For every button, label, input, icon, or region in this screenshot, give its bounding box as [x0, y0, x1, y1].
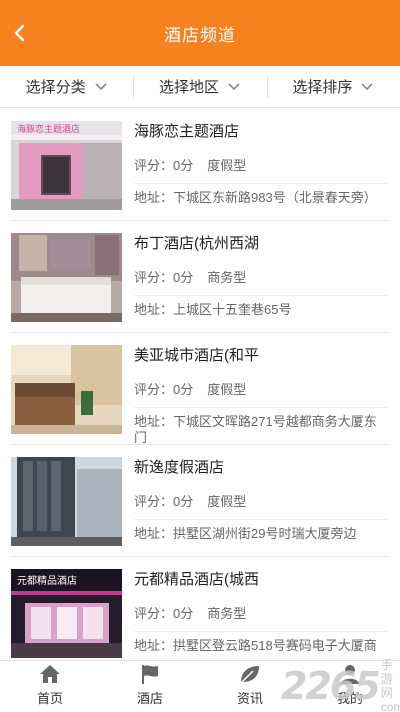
filter-sort-label: 选择排序 [292, 79, 353, 96]
tab-mine[interactable]: 我的 [300, 661, 400, 712]
home-icon [40, 665, 60, 683]
hotel-list-item[interactable]: 元都精品酒店 元都精品酒店(城西 评分：0分 商务型 地址：拱墅区登云路518号赛… [11, 557, 388, 669]
hotel-photo: 海豚恋主题酒店 [11, 121, 122, 210]
hotel-address: 地址：拱墅区登云路518号赛码电子大厦商 [134, 638, 377, 653]
hotel-name: 元都精品酒店(城西 [134, 571, 259, 588]
hotel-type: 度假型 [207, 158, 247, 173]
hotel-meta: 评分：0分 商务型 [134, 606, 388, 622]
leaf-icon [240, 666, 259, 684]
hotel-meta: 评分：0分 度假型 [134, 494, 388, 510]
filter-region-label: 选择地区 [158, 79, 219, 96]
hotel-photo: 元都精品酒店 [11, 569, 122, 658]
hotel-meta: 评分：0分 度假型 [134, 158, 388, 174]
back-chevron-icon[interactable] [10, 21, 30, 45]
hotel-list-item[interactable]: 布丁酒店(杭州西湖 评分：0分 商务型 地址：上城区十五奎巷65号 [11, 221, 388, 333]
filter-bar: 选择分类 选择地区 选择排序 [0, 66, 400, 108]
hotel-name: 布丁酒店(杭州西湖 [134, 235, 259, 252]
hotel-rating: 评分：0分 [134, 270, 194, 285]
hotel-type: 度假型 [207, 382, 247, 397]
hotel-photo [11, 345, 122, 434]
hotel-info: 海豚恋主题酒店 评分：0分 度假型 地址：下城区东新路983号（北景春天旁） [134, 121, 388, 206]
filter-category-label: 选择分类 [25, 79, 86, 96]
chevron-down-icon [227, 82, 241, 92]
hotel-list: 海豚恋主题酒店 海豚恋主题酒店 评分：0分 度假型 地址：下城区东新路983号（北… [0, 109, 400, 669]
filter-region[interactable]: 选择地区 [133, 66, 266, 107]
hotel-list-item[interactable]: 海豚恋主题酒店 海豚恋主题酒店 评分：0分 度假型 地址：下城区东新路983号（北… [11, 109, 388, 221]
divider [134, 407, 388, 408]
hotel-list-item[interactable]: 美亚城市酒店(和平 评分：0分 度假型 地址：下城区文晖路271号越都商务大厦东门 [11, 333, 388, 445]
hotel-sign: 海豚恋主题酒店 [17, 123, 80, 135]
hotel-rating: 评分：0分 [134, 494, 194, 509]
tab-label: 酒店 [136, 691, 163, 706]
hotel-photo [11, 233, 122, 322]
hotel-sign: 元都精品酒店 [17, 574, 77, 587]
filter-sort[interactable]: 选择排序 [266, 66, 400, 107]
hotel-address: 地址：上城区十五奎巷65号 [134, 302, 292, 317]
chevron-down-icon [360, 82, 374, 92]
chevron-down-icon [94, 82, 108, 92]
hotel-info: 元都精品酒店(城西 评分：0分 商务型 地址：拱墅区登云路518号赛码电子大厦商 [134, 569, 388, 654]
hotel-address: 地址：下城区东新路983号（北景春天旁） [134, 190, 377, 205]
divider [134, 183, 388, 184]
hotel-meta: 评分：0分 商务型 [134, 270, 388, 286]
divider [134, 519, 388, 520]
hotel-info: 美亚城市酒店(和平 评分：0分 度假型 地址：下城区文晖路271号越都商务大厦东门 [134, 345, 388, 446]
tab-label: 首页 [36, 691, 63, 706]
tab-home[interactable]: 首页 [0, 661, 100, 712]
tab-news[interactable]: 资讯 [200, 661, 300, 712]
hotel-photo [11, 457, 122, 546]
divider [134, 295, 388, 296]
hotel-list-item[interactable]: 新逸度假酒店 评分：0分 度假型 地址：拱墅区湖州街29号时瑞大厦旁边 [11, 445, 388, 557]
filter-category[interactable]: 选择分类 [0, 66, 133, 107]
divider [134, 631, 388, 632]
hotel-address: 地址：拱墅区湖州街29号时瑞大厦旁边 [134, 526, 357, 541]
hotel-name: 新逸度假酒店 [134, 459, 225, 476]
page-title: 酒店频道 [164, 25, 236, 45]
hotel-name: 美亚城市酒店(和平 [134, 347, 259, 364]
tab-label: 我的 [336, 691, 363, 706]
hotel-rating: 评分：0分 [134, 158, 194, 173]
hotel-type: 度假型 [207, 494, 247, 509]
hotel-name: 海豚恋主题酒店 [134, 123, 240, 140]
hotel-info: 布丁酒店(杭州西湖 评分：0分 商务型 地址：上城区十五奎巷65号 [134, 233, 388, 318]
bottom-tab-bar: 首页 酒店 资讯 我的 [0, 660, 400, 712]
hotel-address: 地址：下城区文晖路271号越都商务大厦东门 [134, 414, 377, 445]
tab-hotel[interactable]: 酒店 [100, 661, 200, 712]
hotel-meta: 评分：0分 度假型 [134, 382, 388, 398]
hotel-type: 商务型 [207, 270, 247, 285]
app-header: 酒店频道 [0, 0, 400, 66]
hotel-info: 新逸度假酒店 评分：0分 度假型 地址：拱墅区湖州街29号时瑞大厦旁边 [134, 457, 388, 542]
hotel-rating: 评分：0分 [134, 382, 194, 397]
user-icon [341, 665, 359, 684]
flag-icon [142, 665, 158, 684]
hotel-type: 商务型 [207, 606, 247, 621]
tab-label: 资讯 [236, 691, 263, 706]
hotel-rating: 评分：0分 [134, 606, 194, 621]
